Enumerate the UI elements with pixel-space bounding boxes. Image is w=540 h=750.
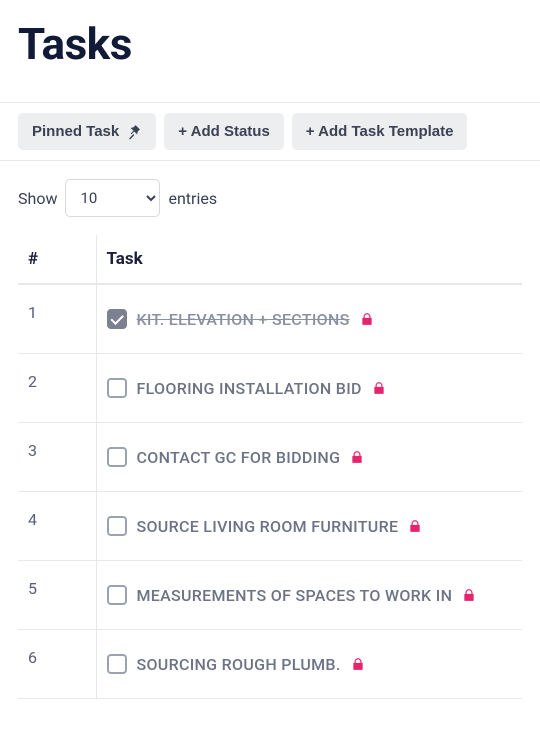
table-row[interactable]: 5 MEASUREMENTS OF SPACES TO WORK IN	[18, 561, 522, 630]
entries-select[interactable]: 10	[65, 179, 160, 217]
row-number: 3	[18, 423, 96, 492]
task-cell: SOURCE LIVING ROOM FURNITURE	[96, 492, 522, 561]
row-number: 2	[18, 354, 96, 423]
page-title: Tasks	[18, 18, 522, 70]
table-row[interactable]: 1 KIT. ELEVATION + SECTIONS	[18, 284, 522, 354]
divider	[0, 160, 540, 161]
col-task-header[interactable]: Task	[96, 235, 522, 284]
task-cell: KIT. ELEVATION + SECTIONS	[96, 284, 522, 354]
tasks-table: # Task 1 KIT. ELEVATION + SECTIONS 2 FLOORI…	[18, 235, 522, 699]
pinned-task-button[interactable]: Pinned Task	[18, 113, 156, 150]
lock-icon	[360, 312, 374, 326]
task-cell: MEASUREMENTS OF SPACES TO WORK IN	[96, 561, 522, 630]
add-status-button[interactable]: + Add Status	[164, 113, 284, 150]
show-label: Show	[18, 189, 57, 208]
pinned-task-label: Pinned Task	[32, 123, 119, 140]
task-label[interactable]: SOURCE LIVING ROOM FURNITURE	[137, 517, 399, 536]
task-label[interactable]: CONTACT GC FOR BIDDING	[137, 448, 341, 467]
table-row[interactable]: 4 SOURCE LIVING ROOM FURNITURE	[18, 492, 522, 561]
task-cell: FLOORING INSTALLATION BID	[96, 354, 522, 423]
pin-icon	[125, 123, 142, 140]
row-number: 5	[18, 561, 96, 630]
task-label[interactable]: SOURCING ROUGH PLUMB.	[137, 655, 341, 674]
task-checkbox[interactable]	[107, 378, 127, 398]
table-row[interactable]: 6 SOURCING ROUGH PLUMB.	[18, 630, 522, 699]
row-number: 6	[18, 630, 96, 699]
task-checkbox[interactable]	[107, 585, 127, 605]
task-checkbox[interactable]	[107, 654, 127, 674]
add-status-label: + Add Status	[178, 123, 270, 140]
task-label[interactable]: KIT. ELEVATION + SECTIONS	[137, 310, 350, 329]
row-number: 1	[18, 284, 96, 354]
task-label[interactable]: MEASUREMENTS OF SPACES TO WORK IN	[137, 586, 453, 605]
task-checkbox[interactable]	[107, 516, 127, 536]
task-checkbox[interactable]	[107, 447, 127, 467]
row-number: 4	[18, 492, 96, 561]
add-task-template-button[interactable]: + Add Task Template	[292, 113, 468, 150]
lock-icon	[462, 588, 476, 602]
entries-length-control: Show 10 entries	[18, 179, 522, 217]
toolbar: Pinned Task + Add Status + Add Task Temp…	[18, 103, 522, 160]
table-row[interactable]: 3 CONTACT GC FOR BIDDING	[18, 423, 522, 492]
lock-icon	[351, 657, 365, 671]
table-row[interactable]: 2 FLOORING INSTALLATION BID	[18, 354, 522, 423]
add-task-template-label: + Add Task Template	[306, 123, 454, 140]
entries-label: entries	[168, 189, 217, 208]
task-label[interactable]: FLOORING INSTALLATION BID	[137, 379, 362, 398]
lock-icon	[372, 381, 386, 395]
task-cell: CONTACT GC FOR BIDDING	[96, 423, 522, 492]
col-number-header[interactable]: #	[18, 235, 96, 284]
task-cell: SOURCING ROUGH PLUMB.	[96, 630, 522, 699]
task-checkbox[interactable]	[107, 309, 127, 329]
lock-icon	[350, 450, 364, 464]
lock-icon	[408, 519, 422, 533]
